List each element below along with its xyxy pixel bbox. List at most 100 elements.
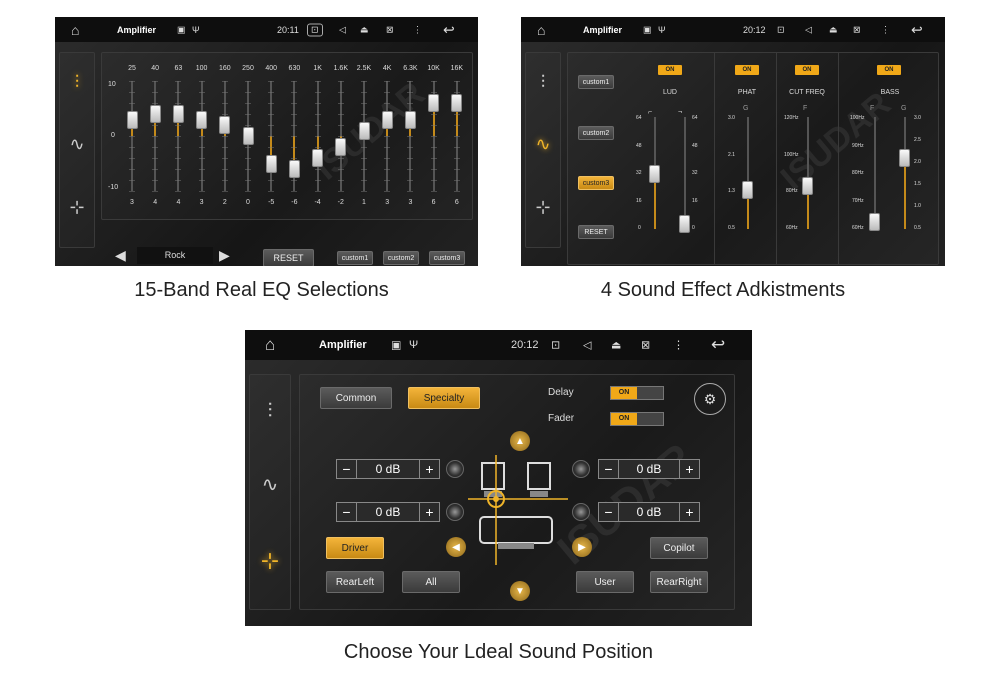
tab-specialty[interactable]: Specialty [408,387,480,409]
eq-tick [337,92,344,93]
close-window-icon[interactable]: ⊠ [386,24,394,35]
volume-icon[interactable]: ◁ [805,24,812,35]
rear-left-button[interactable]: RearLeft [326,571,384,593]
equalizer-icon[interactable]: ⫶ [541,73,546,91]
position-icon[interactable]: ⊹ [261,550,279,572]
rear-left-minus-button[interactable]: − [337,503,357,521]
front-right-speaker-icon [572,460,590,478]
tab-common[interactable]: Common [320,387,392,409]
sound-wave-icon[interactable]: ∿ [535,135,550,153]
eject-icon[interactable]: ⏏ [829,24,838,35]
home-icon[interactable]: ⌂ [265,335,275,355]
close-window-icon[interactable]: ⊠ [641,339,650,352]
left-arrow[interactable]: ◀ [446,537,466,557]
custom1-button[interactable]: custom1 [337,251,373,265]
eq-tick [175,103,182,104]
front-right-minus-button[interactable]: − [599,460,619,478]
eq-area: 10 0 -10 25 3 40 4 63 4 100 3 160 2 250 0 400 -5 630 -6… [101,52,473,220]
eq-value-label: 4 [153,199,158,206]
user-button[interactable]: User [576,571,634,593]
screenshot-icon[interactable]: ⊡ [777,24,785,35]
eq-band-slider[interactable] [242,127,254,145]
sound-wave-icon[interactable]: ∿ [69,135,84,153]
lud-left-slider[interactable] [649,165,660,183]
cutfreq-on-badge[interactable]: ON [795,65,819,75]
eq-band-slider[interactable] [404,110,416,129]
custom1-button[interactable]: custom1 [578,75,614,89]
eq-band-slider[interactable] [451,94,463,112]
eq-tick [430,92,437,93]
rear-right-minus-button[interactable]: − [599,503,619,521]
phat-slider[interactable] [742,181,753,199]
position-icon[interactable]: ⊹ [535,198,550,216]
car-settings-icon[interactable]: ⚙ [694,383,726,415]
home-icon[interactable]: ⌂ [71,22,79,38]
bass-g-slider[interactable] [899,149,910,167]
cutfreq-slider[interactable] [802,177,813,195]
reset-button[interactable]: RESET [578,225,614,239]
lud-right-slider[interactable] [679,215,690,233]
eq-band-slider[interactable] [312,149,324,167]
front-left-minus-button[interactable]: − [337,460,357,478]
eject-icon[interactable]: ⏏ [611,339,621,352]
eq-tick [268,125,275,126]
right-arrow[interactable]: ▶ [572,537,592,557]
home-icon[interactable]: ⌂ [537,22,545,38]
menu-icon[interactable]: ⋮ [673,339,684,352]
front-right-plus-button[interactable]: + [679,460,699,478]
custom3-button[interactable]: custom3 [578,176,614,190]
back-icon[interactable]: ↩ [443,21,455,38]
menu-icon[interactable]: ⋮ [881,24,890,35]
eq-band-slider[interactable] [172,105,184,123]
eq-band-slider[interactable] [126,110,138,129]
all-button[interactable]: All [402,571,460,593]
back-icon[interactable]: ↩ [911,21,923,38]
eject-icon[interactable]: ⏏ [360,24,369,35]
rear-left-plus-button[interactable]: + [419,503,439,521]
lud-on-badge[interactable]: ON [658,65,682,75]
eq-band-slider[interactable] [358,121,370,140]
bass-on-badge[interactable]: ON [877,65,901,75]
eq-band-slider[interactable] [335,138,347,156]
custom2-button[interactable]: custom2 [383,251,419,265]
eq-band-slider[interactable] [149,105,161,123]
front-left-plus-button[interactable]: + [419,460,439,478]
sound-wave-icon[interactable]: ∿ [262,475,279,495]
custom3-button[interactable]: custom3 [429,251,465,265]
menu-icon[interactable]: ⋮ [413,24,422,35]
prev-preset-arrow[interactable]: ◀ [115,247,126,264]
driver-button[interactable]: Driver [326,537,384,559]
custom2-button[interactable]: custom2 [578,126,614,140]
eq-tick [430,158,437,159]
close-window-icon[interactable]: ⊠ [853,24,861,35]
screenshot-icon[interactable]: ⊡ [551,339,560,352]
bass-f-slider[interactable] [869,213,880,231]
eq-band-slider[interactable] [265,154,277,173]
phat-on-badge[interactable]: ON [735,65,759,75]
copilot-button[interactable]: Copilot [650,537,708,559]
eq-band-slider[interactable] [219,116,231,134]
delay-toggle[interactable]: ON [610,386,664,400]
eq-tick [384,169,391,170]
eq-band-slider[interactable] [381,110,393,129]
eq-band-slider[interactable] [428,94,440,112]
volume-icon[interactable]: ◁ [583,339,591,352]
equalizer-icon[interactable]: ⫶ [75,73,80,91]
eq-band-slider[interactable] [288,160,300,178]
screenshot-icon[interactable]: ⊡ [307,23,323,36]
reset-button[interactable]: RESET [263,249,314,266]
next-preset-arrow[interactable]: ▶ [219,247,230,264]
equalizer-icon[interactable]: ⫶ [268,401,273,421]
up-arrow[interactable]: ▲ [510,431,530,451]
rear-right-button[interactable]: RearRight [650,571,708,593]
lud-scale-r16: 16 [692,198,698,204]
position-icon[interactable]: ⊹ [69,198,84,216]
down-arrow[interactable]: ▼ [510,581,530,601]
eq-tick [152,81,159,82]
eq-frequency-label: 400 [265,65,278,72]
fader-toggle[interactable]: ON [610,412,664,426]
back-icon[interactable]: ↩ [711,335,725,355]
volume-icon[interactable]: ◁ [339,24,346,35]
rear-right-plus-button[interactable]: + [679,503,699,521]
eq-band-slider[interactable] [196,110,208,129]
